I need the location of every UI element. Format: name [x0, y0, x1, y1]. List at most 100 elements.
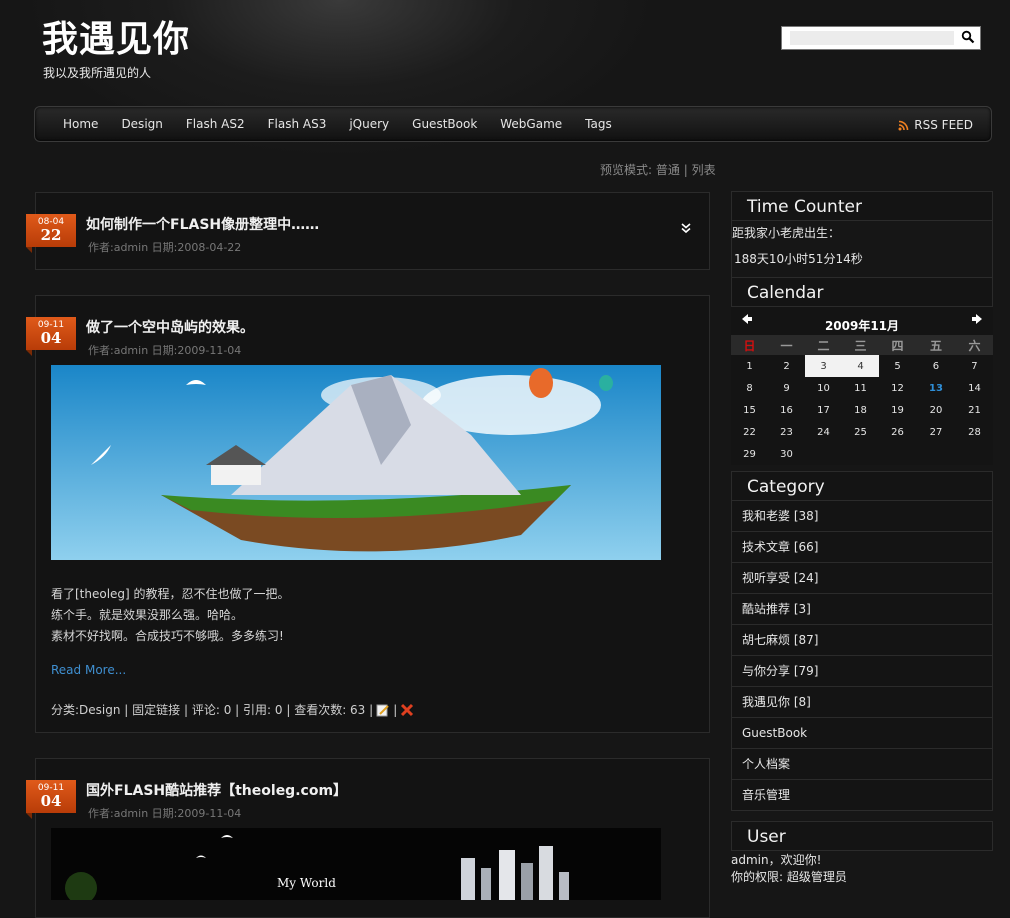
views-count: 查看次数: 63	[294, 703, 366, 717]
rss-feed-link[interactable]: RSS FEED	[898, 118, 973, 132]
calendar-day[interactable]: 5	[879, 355, 916, 377]
calendar-day[interactable]: 3	[805, 355, 842, 377]
post-meta: 作者:admin 日期:2008-04-22	[88, 241, 242, 254]
calendar-day[interactable]: 29	[731, 443, 768, 465]
user-permission: 你的权限: 超级管理员	[731, 870, 847, 884]
calendar-day[interactable]: 25	[842, 421, 879, 443]
calendar-day[interactable]: 7	[956, 355, 993, 377]
site-title[interactable]: 我遇见你	[42, 10, 190, 62]
calendar-weekday: 二	[805, 335, 842, 355]
calendar-day[interactable]: 10	[805, 377, 842, 399]
post-title[interactable]: 做了一个空中岛屿的效果。	[86, 317, 254, 337]
calendar-day[interactable]: 28	[956, 421, 993, 443]
calendar-day[interactable]: 14	[956, 377, 993, 399]
calendar-day[interactable]: 19	[879, 399, 916, 421]
permalink-link[interactable]: 固定链接	[132, 701, 180, 718]
post-category-link[interactable]: 分类:Design	[51, 701, 120, 718]
post-title[interactable]: 如何制作一个FLASH像册整理中……	[86, 214, 319, 234]
calendar-day[interactable]: 24	[805, 421, 842, 443]
category-item[interactable]: 胡七麻烦 [87]	[731, 625, 993, 656]
calendar-day	[879, 443, 916, 465]
calendar-day[interactable]: 17	[805, 399, 842, 421]
calendar-weekday: 日	[731, 335, 768, 355]
delete-icon[interactable]	[400, 703, 414, 717]
expand-chevron-icon[interactable]	[680, 222, 692, 234]
category-list: 我和老婆 [38] 技术文章 [66] 视听享受 [24] 酷站推荐 [3] 胡…	[731, 501, 993, 811]
calendar-day[interactable]: 23	[768, 421, 805, 443]
calendar-day[interactable]: 21	[956, 399, 993, 421]
calendar-weekday: 三	[842, 335, 879, 355]
category-item[interactable]: 视听享受 [24]	[731, 563, 993, 594]
user-header: User	[731, 821, 993, 851]
calendar-day[interactable]: 18	[842, 399, 879, 421]
calendar-day[interactable]: 2	[768, 355, 805, 377]
calendar-weekday: 一	[768, 335, 805, 355]
calendar-day[interactable]: 16	[768, 399, 805, 421]
post-meta: 作者:admin 日期:2009-11-04	[88, 344, 242, 357]
trackbacks-link[interactable]: 引用: 0	[243, 701, 283, 718]
category-header: Category	[731, 471, 993, 501]
next-month-arrow-icon[interactable]	[971, 313, 983, 325]
calendar-day[interactable]: 13	[916, 377, 956, 399]
category-item[interactable]: 酷站推荐 [3]	[731, 594, 993, 625]
calendar-day[interactable]: 26	[879, 421, 916, 443]
read-more-link[interactable]: Read More...	[51, 663, 126, 677]
calendar-day[interactable]: 4	[842, 355, 879, 377]
search-input[interactable]	[790, 31, 954, 45]
widget-title: Calendar	[747, 283, 824, 303]
category-item[interactable]: 技术文章 [66]	[731, 532, 993, 563]
category-item[interactable]: 我和老婆 [38]	[731, 501, 993, 532]
calendar-day	[956, 443, 993, 465]
time-counter-label: 距我家小老虎出生：	[732, 226, 841, 240]
date-badge: 08-04 22	[26, 214, 76, 253]
user-greeting: admin，欢迎你!	[731, 853, 822, 867]
nav-item-flash-as2[interactable]: Flash AS2	[186, 117, 245, 131]
main-nav: Home Design Flash AS2 Flash AS3 jQuery G…	[34, 106, 992, 142]
nav-item-guestbook[interactable]: GuestBook	[412, 117, 477, 131]
edit-icon[interactable]	[376, 703, 390, 717]
rss-icon	[898, 120, 909, 130]
post-footer: 分类:Design | 固定链接 | 评论: 0 | 引用: 0 | 查看次数:…	[51, 701, 417, 718]
calendar-day[interactable]: 20	[916, 399, 956, 421]
nav-item-webgame[interactable]: WebGame	[500, 117, 562, 131]
calendar-day[interactable]: 12	[879, 377, 916, 399]
category-item[interactable]: 音乐管理	[731, 780, 993, 811]
category-item[interactable]: 个人档案	[731, 749, 993, 780]
nav-item-home[interactable]: Home	[63, 117, 98, 131]
calendar-day[interactable]: 1	[731, 355, 768, 377]
nav-item-tags[interactable]: Tags	[585, 117, 612, 131]
post-body-line: 看了[theoleg] 的教程，忍不住也做了一把。	[51, 587, 290, 601]
category-item[interactable]: GuestBook	[731, 718, 993, 749]
comments-link[interactable]: 评论: 0	[192, 701, 232, 718]
calendar-day[interactable]: 30	[768, 443, 805, 465]
post-body-line: 练个手。就是效果没那么强。哈哈。	[51, 608, 244, 622]
category-item[interactable]: 我遇见你 [8]	[731, 687, 993, 718]
view-mode-switch: 预览模式: 普通 | 列表	[600, 161, 716, 178]
calendar-day[interactable]: 9	[768, 377, 805, 399]
calendar-weekday: 六	[955, 335, 993, 355]
nav-item-flash-as3[interactable]: Flash AS3	[268, 117, 327, 131]
my-world-image: My World	[51, 828, 661, 900]
date-day: 04	[40, 792, 62, 810]
view-mode-normal[interactable]: 普通	[656, 163, 680, 177]
time-counter-body: 距我家小老虎出生： 188天10小时51分14秒	[731, 221, 993, 277]
calendar-day[interactable]: 6	[916, 355, 956, 377]
view-mode-list[interactable]: 列表	[692, 163, 716, 177]
nav-item-design[interactable]: Design	[121, 117, 162, 131]
calendar-nav: 2009年11月	[731, 307, 993, 335]
calendar-day[interactable]: 8	[731, 377, 768, 399]
date-badge: 09-11 04	[26, 780, 76, 819]
calendar-day	[916, 443, 956, 465]
category-item[interactable]: 与你分享 [79]	[731, 656, 993, 687]
calendar-day	[805, 443, 842, 465]
calendar-day[interactable]: 22	[731, 421, 768, 443]
post-title[interactable]: 国外FLASH酷站推荐【theoleg.com】	[86, 780, 347, 800]
search-icon[interactable]	[961, 30, 975, 44]
time-counter-value: 188天10小时51分14秒	[734, 252, 863, 266]
calendar-day[interactable]: 15	[731, 399, 768, 421]
date-badge: 09-11 04	[26, 317, 76, 356]
view-mode-separator: |	[679, 163, 692, 177]
calendar-day[interactable]: 11	[842, 377, 879, 399]
nav-item-jquery[interactable]: jQuery	[349, 117, 389, 131]
calendar-day[interactable]: 27	[916, 421, 956, 443]
